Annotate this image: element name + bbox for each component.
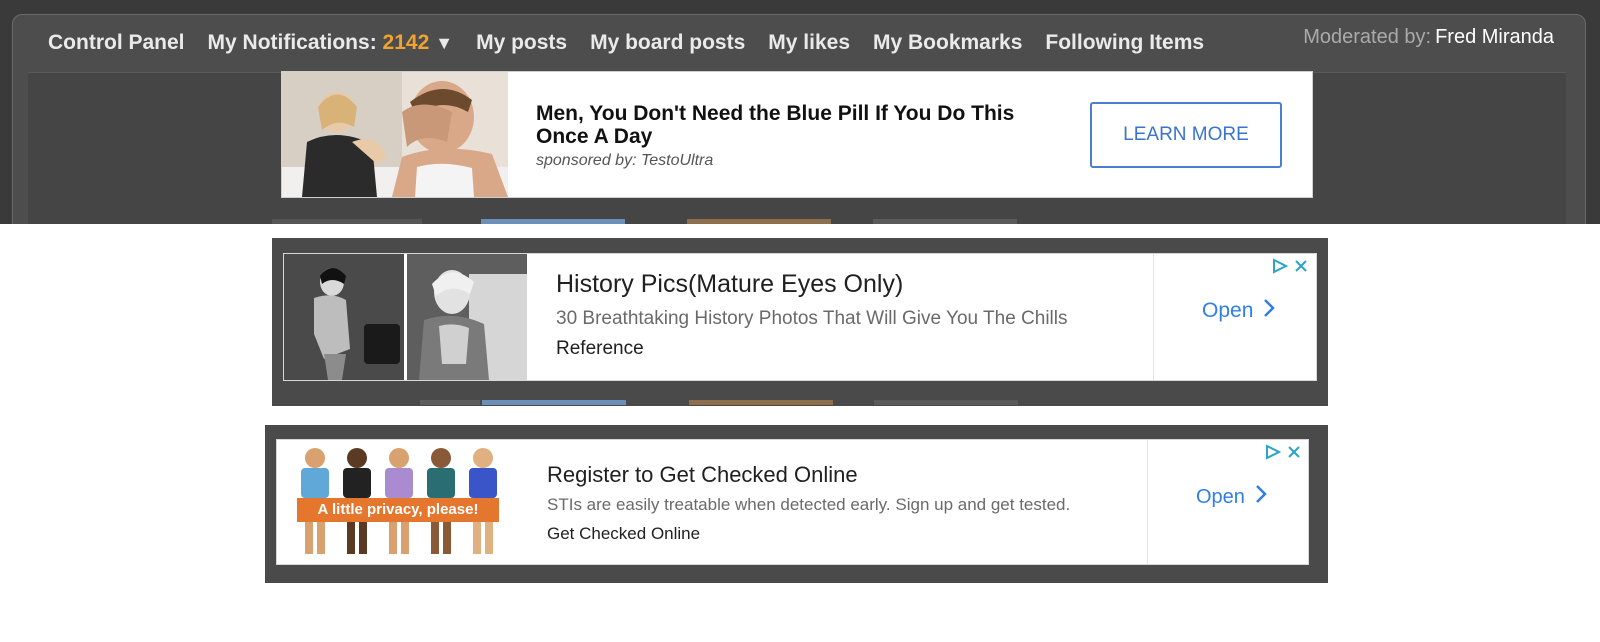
native-ad-title[interactable]: History Pics(Mature Eyes Only) [556,270,903,299]
forum-header-section: Control Panel My Notifications: 2142 ▼ My… [0,0,1600,224]
notification-count: 2142 [382,31,430,54]
nav-my-notifications[interactable]: My Notifications: 2142 ▼ [208,31,454,55]
native-ad-card[interactable]: History Pics(Mature Eyes Only) 30 Breath… [283,253,1317,381]
thumbnail-strip [420,400,480,405]
ad-controls [1272,258,1308,279]
moderated-by-label: Moderated by: [1303,26,1432,48]
close-icon[interactable] [1287,445,1301,464]
thumbnail-strip [482,400,626,405]
nav-control-panel[interactable]: Control Panel [48,31,185,55]
native-ad-description: STIs are easily treatable when detected … [547,495,1071,514]
native-ad-description: 30 Breathtaking History Photos That Will… [556,308,1068,329]
ad-image: A little privacy, please! [277,440,522,564]
thumbnail-strip [873,219,1017,224]
ad-image-caption: A little privacy, please! [317,501,479,518]
adchoices-icon[interactable] [1272,258,1289,279]
thumbnail-strip [689,400,833,405]
open-button-label: Open [1202,299,1254,322]
nav-my-bookmarks[interactable]: My Bookmarks [873,31,1022,55]
nav-my-board-posts[interactable]: My board posts [590,31,745,55]
thumbnail-strip [687,219,831,224]
chevron-right-icon [1263,298,1276,324]
caret-down-icon[interactable]: ▼ [435,33,453,53]
ad-image [284,254,527,380]
native-ad-card[interactable]: A little privacy, please! Register to Ge… [276,439,1309,565]
thumbnail-strip [874,400,1018,405]
native-ad-text[interactable]: History Pics(Mature Eyes Only) 30 Breath… [527,254,1154,380]
nav-following-items[interactable]: Following Items [1045,31,1204,55]
native-ad-text[interactable]: Register to Get Checked Online STIs are … [521,440,1148,564]
nav-my-likes[interactable]: My likes [768,31,850,55]
ad-controls [1265,444,1301,465]
user-navbar: Control Panel My Notifications: 2142 ▼ My… [48,28,1227,58]
learn-more-button[interactable]: LEARN MORE [1090,102,1282,168]
native-ad-title[interactable]: Register to Get Checked Online [547,462,858,488]
native-ad-source: Get Checked Online [547,524,701,543]
thumbnail-strip [481,219,625,224]
sponsored-ad-banner[interactable]: Men, You Don't Need the Blue Pill If You… [281,71,1313,198]
close-icon[interactable] [1294,259,1308,278]
ad-image [282,72,508,197]
open-button[interactable]: Open [1196,484,1267,510]
adchoices-icon[interactable] [1265,444,1282,465]
ad-sponsor: sponsored by: TestoUltra [536,152,714,169]
nav-my-posts[interactable]: My posts [476,31,567,55]
native-ad-source: Reference [556,338,644,359]
open-button-label: Open [1196,485,1245,508]
chevron-right-icon [1255,484,1267,510]
thumbnail-strip [272,219,422,224]
moderated-by: Moderated by: Fred Miranda [1303,26,1554,49]
open-button[interactable]: Open [1202,298,1276,324]
moderator-name[interactable]: Fred Miranda [1435,26,1554,48]
ad-headline[interactable]: Men, You Don't Need the Blue Pill If You… [536,102,1046,148]
nav-notifications-label: My Notifications: [207,31,377,54]
